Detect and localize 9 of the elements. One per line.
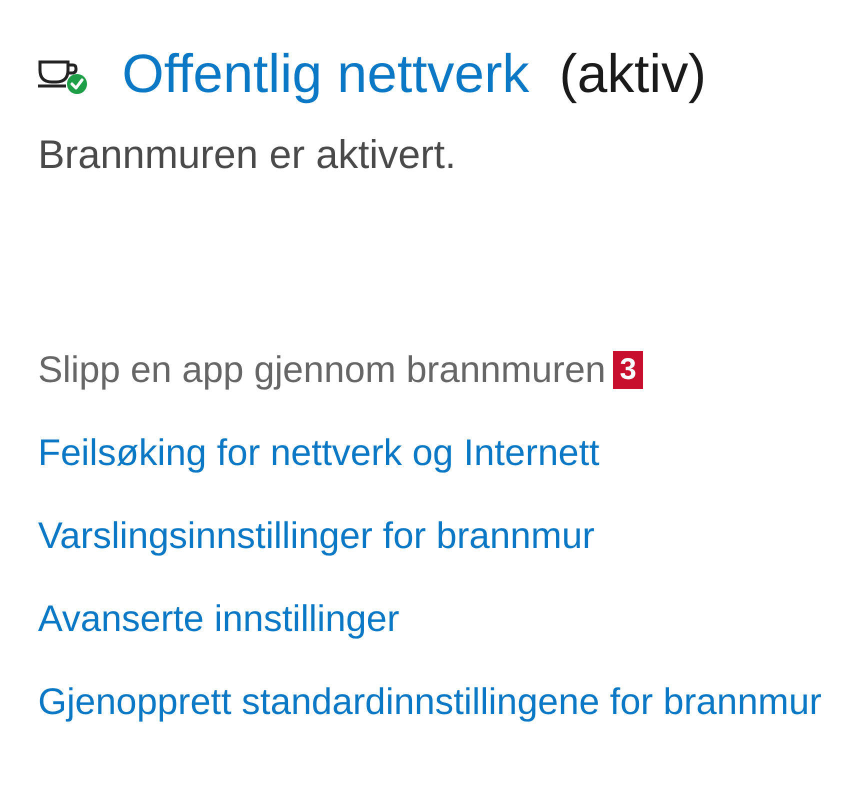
network-status: (aktiv)	[559, 43, 706, 106]
number-badge: 3	[612, 351, 644, 389]
firewall-status-text: Brannmuren er aktivert.	[38, 132, 456, 179]
settings-link[interactable]: Avanserte innstillinger	[38, 597, 400, 641]
settings-link[interactable]: Varslingsinnstillinger for brannmur	[38, 514, 595, 558]
coffee-cup-with-check-icon	[38, 58, 88, 94]
network-title[interactable]: Offentlig nettverk	[122, 42, 530, 106]
settings-link[interactable]: Feilsøking for nettverk og Internett	[38, 431, 600, 475]
settings-link[interactable]: Gjenopprett standardinnstillingene for brannmur	[38, 680, 822, 724]
